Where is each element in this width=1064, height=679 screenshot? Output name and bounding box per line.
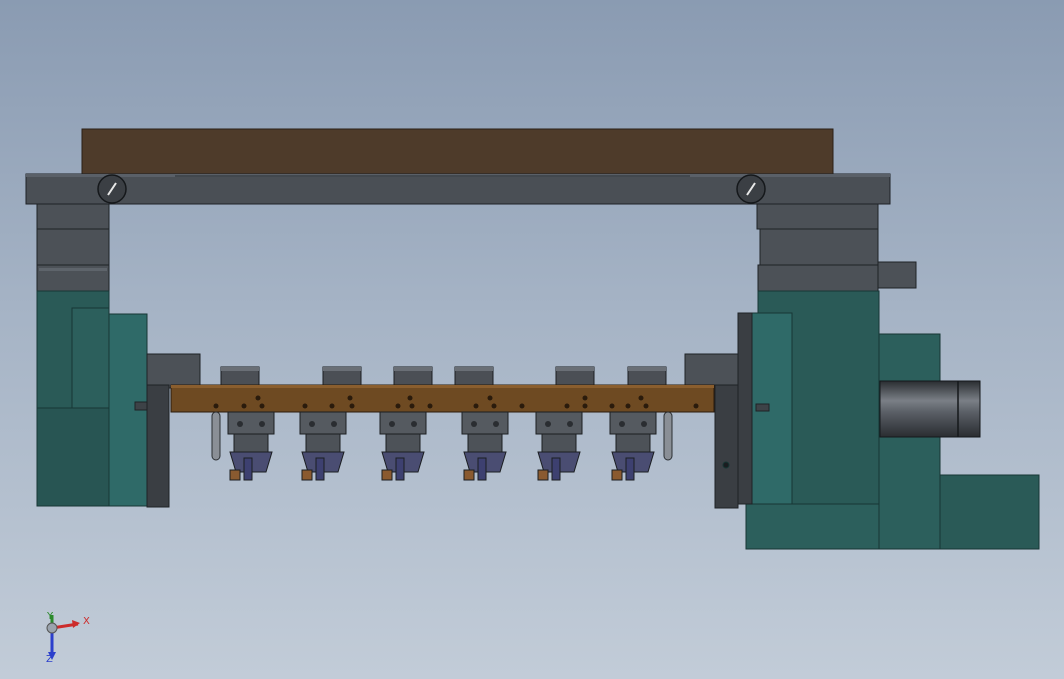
bolt — [349, 403, 355, 409]
cylinder-3[interactable] — [393, 366, 433, 388]
clamp-unit-4[interactable] — [461, 411, 509, 481]
bolt — [395, 403, 401, 409]
bolt — [427, 403, 433, 409]
bolt — [255, 395, 261, 401]
bolt — [609, 403, 615, 409]
bolt — [693, 403, 699, 409]
cylinder-5[interactable] — [555, 366, 595, 388]
bolt — [582, 403, 588, 409]
bolt — [625, 403, 631, 409]
bolt — [407, 395, 413, 401]
fixture-model[interactable] — [0, 0, 1064, 679]
clamp-unit-2[interactable] — [299, 411, 347, 481]
bolt — [564, 403, 570, 409]
cylinder-2[interactable] — [322, 366, 362, 388]
clamp-unit-6[interactable] — [609, 411, 657, 481]
cylinder-4[interactable] — [454, 366, 494, 388]
mounting-bar[interactable] — [170, 384, 715, 413]
bolt — [487, 395, 493, 401]
bolt — [409, 403, 415, 409]
bolt — [491, 403, 497, 409]
bolt — [329, 403, 335, 409]
clamp-units[interactable] — [227, 411, 657, 481]
right-handle[interactable] — [663, 411, 673, 461]
triad-x-label: X — [83, 616, 90, 627]
triad-y-label: Y — [47, 611, 54, 622]
cylinder-1[interactable] — [220, 366, 260, 388]
triad-z-label: Z — [46, 654, 53, 665]
right-base[interactable] — [684, 290, 1040, 550]
clamp-unit-3[interactable] — [379, 411, 427, 481]
bolt — [213, 403, 219, 409]
left-knob[interactable] — [97, 174, 127, 204]
bolt — [241, 403, 247, 409]
clamp-unit-5[interactable] — [535, 411, 583, 481]
motor-cylinder[interactable] — [879, 380, 981, 438]
bolt — [582, 395, 588, 401]
x-arrow-head — [72, 620, 80, 628]
right-column[interactable] — [756, 203, 917, 292]
bolt — [259, 403, 265, 409]
bolt — [519, 403, 525, 409]
cylinder-6[interactable] — [627, 366, 667, 388]
left-handle[interactable] — [211, 411, 221, 461]
top-cylinders[interactable] — [220, 366, 667, 388]
bolt — [643, 403, 649, 409]
bolt — [347, 395, 353, 401]
triad-origin — [46, 622, 58, 634]
clamp-unit-1[interactable] — [227, 411, 275, 481]
top-plate[interactable] — [81, 128, 834, 176]
right-knob[interactable] — [736, 174, 766, 204]
cad-viewport[interactable]: X Y Z — [0, 0, 1064, 679]
bolt — [473, 403, 479, 409]
bar-highlight — [171, 385, 714, 388]
bolt — [638, 395, 644, 401]
bolt — [302, 403, 308, 409]
left-column[interactable] — [36, 203, 110, 292]
